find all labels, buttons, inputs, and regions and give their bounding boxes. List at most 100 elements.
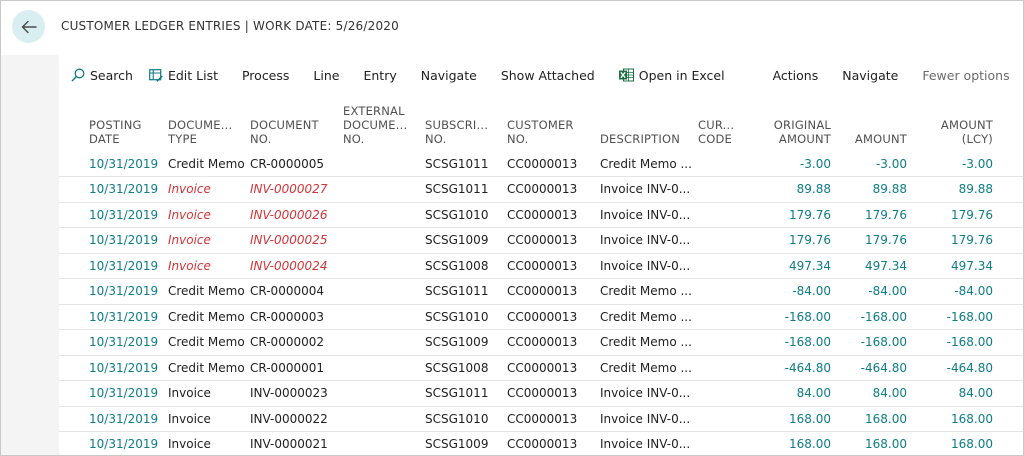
table-row[interactable]: 10/31/2019 Credit Memo CR-0000001 SCSG1008 C… — [59, 355, 1023, 381]
amount-lcy-cell[interactable]: -84.00 — [921, 278, 1023, 305]
amount-cell[interactable]: 84.00 — [845, 380, 921, 407]
posting-date-cell[interactable]: 10/31/2019 — [59, 406, 168, 432]
back-button[interactable] — [12, 10, 45, 43]
original-amount-cell[interactable]: -464.80 — [750, 355, 845, 381]
fewer-options-button[interactable]: Fewer options — [922, 61, 1009, 89]
navigate-menu[interactable]: Navigate — [421, 61, 477, 89]
amount-cell[interactable]: -168.00 — [845, 304, 921, 330]
amount-lcy-cell[interactable]: 179.76 — [921, 202, 1023, 228]
fewer-options-label: Fewer options — [922, 67, 1010, 83]
amount-cell[interactable]: -464.80 — [845, 355, 921, 381]
amount-cell[interactable]: 497.34 — [845, 253, 921, 279]
table-row[interactable]: 10/31/2019 Credit Memo CR-0000005 SCSG1011 C… — [59, 151, 1023, 177]
navigate-label: Navigate — [420, 67, 477, 83]
actions-menu[interactable]: Actions — [773, 61, 819, 89]
amount-lcy-cell[interactable]: -168.00 — [921, 329, 1023, 356]
open-in-excel-button[interactable]: Open in Excel — [618, 61, 725, 89]
amount-cell[interactable]: 179.76 — [845, 227, 921, 254]
navigate-menu-secondary[interactable]: Navigate — [842, 61, 898, 89]
amount-cell[interactable]: -168.00 — [845, 329, 921, 356]
original-amount-cell[interactable]: -168.00 — [750, 329, 845, 356]
original-amount-cell[interactable]: -84.00 — [750, 278, 845, 305]
table-row[interactable]: 10/31/2019 Credit Memo CR-0000002 SCSG1009 C… — [59, 329, 1023, 356]
external-document-no-cell — [343, 431, 425, 455]
posting-date-cell[interactable]: 10/31/2019 — [59, 253, 168, 279]
document-no-cell: CR-0000002 — [250, 329, 343, 356]
currency-code-cell — [698, 227, 750, 254]
show-attached-button[interactable]: Show Attached — [501, 61, 595, 89]
amount-lcy-cell[interactable]: 168.00 — [921, 431, 1023, 455]
table-row[interactable]: 10/31/2019 Invoice INV-0000023 SCSG1011 CC00… — [59, 380, 1023, 407]
original-amount-cell[interactable]: -168.00 — [750, 304, 845, 330]
col-document-no[interactable]: DOCUMENT NO. — [250, 97, 343, 151]
customer-no-cell: CC0000013 — [507, 278, 600, 305]
amount-cell[interactable]: 168.00 — [845, 431, 921, 455]
original-amount-cell[interactable]: 84.00 — [750, 380, 845, 407]
amount-cell[interactable]: 168.00 — [845, 406, 921, 432]
posting-date-cell[interactable]: 10/31/2019 — [59, 329, 168, 356]
page-title: CUSTOMER LEDGER ENTRIES | WORK DATE: 5/2… — [61, 19, 399, 33]
table-row[interactable]: 10/31/2019 Credit Memo CR-0000003 SCSG1010 C… — [59, 304, 1023, 330]
table-row[interactable]: 10/31/2019 Credit Memo CR-0000004 SCSG1011 C… — [59, 278, 1023, 305]
amount-cell[interactable]: -84.00 — [845, 278, 921, 305]
amount-cell[interactable]: -3.00 — [845, 151, 921, 177]
table-row[interactable]: 10/31/2019 Invoice INV-0000022 SCSG1010 CC00… — [59, 406, 1023, 432]
line-label: Line — [313, 67, 340, 83]
document-type-cell: Invoice — [168, 176, 250, 203]
col-original-amount[interactable]: ORIGINAL AMOUNT — [750, 97, 845, 151]
search-label: Search — [90, 67, 133, 83]
col-external-document-no[interactable]: EXTERNAL DOCUME... NO. — [343, 97, 425, 151]
posting-date-cell[interactable]: 10/31/2019 — [59, 151, 168, 177]
posting-date-cell[interactable]: 10/31/2019 — [59, 355, 168, 381]
entry-menu[interactable]: Entry — [363, 61, 396, 89]
original-amount-cell[interactable]: 497.34 — [750, 253, 845, 279]
table-row[interactable]: 10/31/2019 Invoice INV-0000027 SCSG1011 CC00… — [59, 176, 1023, 203]
table-row[interactable]: 10/31/2019 Invoice INV-0000025 SCSG1009 CC00… — [59, 227, 1023, 254]
col-description[interactable]: DESCRIPTION — [600, 97, 698, 151]
line-menu[interactable]: Line — [313, 61, 339, 89]
posting-date-cell[interactable]: 10/31/2019 — [59, 380, 168, 407]
posting-date-cell[interactable]: 10/31/2019 — [59, 202, 168, 228]
posting-date-cell[interactable]: 10/31/2019 — [59, 227, 168, 254]
arrow-left-icon — [21, 20, 37, 33]
amount-lcy-cell[interactable]: 89.88 — [921, 176, 1023, 203]
col-amount[interactable]: AMOUNT — [845, 97, 921, 151]
amount-lcy-cell[interactable]: -3.00 — [921, 151, 1023, 177]
posting-date-cell[interactable]: 10/31/2019 — [59, 278, 168, 305]
amount-lcy-cell[interactable]: 497.34 — [921, 253, 1023, 279]
amount-cell[interactable]: 89.88 — [845, 176, 921, 203]
original-amount-cell[interactable]: 179.76 — [750, 227, 845, 254]
customer-no-cell: CC0000013 — [507, 202, 600, 228]
original-amount-cell[interactable]: 168.00 — [750, 406, 845, 432]
table-row[interactable]: 10/31/2019 Invoice INV-0000021 SCSG1009 CC00… — [59, 431, 1023, 455]
posting-date-cell[interactable]: 10/31/2019 — [59, 176, 168, 203]
amount-lcy-cell[interactable]: 84.00 — [921, 380, 1023, 407]
amount-lcy-cell[interactable]: 168.00 — [921, 406, 1023, 432]
table-row[interactable]: 10/31/2019 Invoice INV-0000024 SCSG1008 CC00… — [59, 253, 1023, 279]
search-button[interactable]: Search — [71, 61, 133, 89]
original-amount-cell[interactable]: 179.76 — [750, 202, 845, 228]
col-customer-no[interactable]: CUSTOMER NO. — [507, 97, 600, 151]
external-document-no-cell — [343, 355, 425, 381]
description-cell: Invoice INV-0... — [600, 227, 698, 254]
col-subscription-no[interactable]: SUBSCRI... NO. — [425, 97, 507, 151]
document-type-cell: Credit Memo — [168, 151, 250, 177]
posting-date-cell[interactable]: 10/31/2019 — [59, 431, 168, 455]
original-amount-cell[interactable]: 168.00 — [750, 431, 845, 455]
posting-date-cell[interactable]: 10/31/2019 — [59, 304, 168, 330]
col-posting-date[interactable]: POSTING DATE — [59, 97, 168, 151]
amount-lcy-cell[interactable]: -464.80 — [921, 355, 1023, 381]
amount-cell[interactable]: 179.76 — [845, 202, 921, 228]
customer-no-cell: CC0000013 — [507, 227, 600, 254]
col-document-type[interactable]: DOCUME... TYPE — [168, 97, 250, 151]
original-amount-cell[interactable]: -3.00 — [750, 151, 845, 177]
col-amount-lcy[interactable]: AMOUNT (LCY) — [921, 97, 1023, 151]
app-window: CUSTOMER LEDGER ENTRIES | WORK DATE: 5/2… — [0, 0, 1024, 456]
amount-lcy-cell[interactable]: 179.76 — [921, 227, 1023, 254]
original-amount-cell[interactable]: 89.88 — [750, 176, 845, 203]
edit-list-button[interactable]: Edit List — [149, 61, 218, 89]
col-currency-code[interactable]: CUR... CODE — [698, 97, 750, 151]
process-menu[interactable]: Process — [242, 61, 289, 89]
table-row[interactable]: 10/31/2019 Invoice INV-0000026 SCSG1010 CC00… — [59, 202, 1023, 228]
amount-lcy-cell[interactable]: -168.00 — [921, 304, 1023, 330]
